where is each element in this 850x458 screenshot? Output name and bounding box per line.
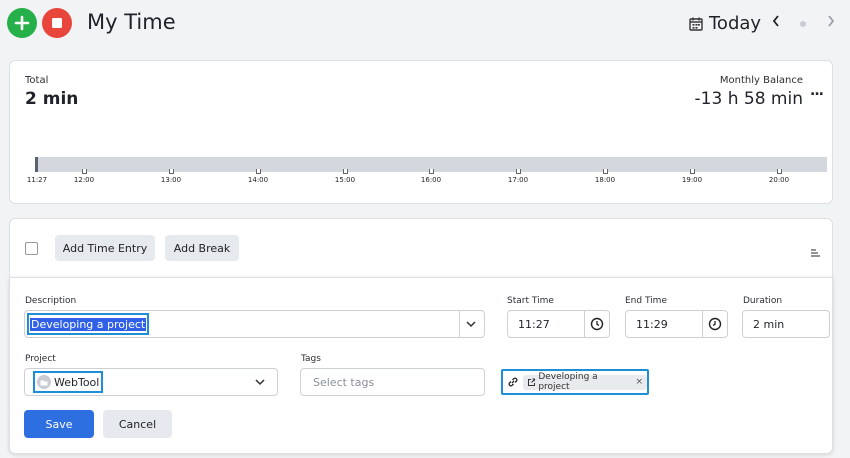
tags-placeholder: Select tags <box>313 375 375 389</box>
more-options-icon[interactable]: ... <box>810 83 824 99</box>
end-time-label: End Time <box>625 296 667 306</box>
today-label: Today <box>709 13 762 34</box>
timeline-tick <box>169 169 174 174</box>
start-time-field[interactable]: 11:27 <box>507 310 610 338</box>
add-break-button[interactable]: Add Break <box>165 235 239 261</box>
timeline-tick <box>343 169 348 174</box>
tags-input[interactable]: Select tags <box>300 368 485 396</box>
timeline-tick <box>603 169 608 174</box>
date-picker[interactable]: Today <box>689 13 761 34</box>
timeline-tick-label: 16:00 <box>420 176 442 184</box>
timeline-tick-label: 18:00 <box>594 176 616 184</box>
timeline-tick <box>690 169 695 174</box>
stop-timer-button[interactable] <box>42 8 72 38</box>
timeline-tick-label: 12:00 <box>73 176 95 184</box>
timeline-tick <box>777 169 782 174</box>
calendar-icon <box>689 17 703 31</box>
timeline-tick <box>256 169 261 174</box>
timeline-tick <box>82 169 87 174</box>
link-icon <box>508 377 518 387</box>
timeline-tick-label: 13:00 <box>160 176 182 184</box>
linked-task-chip[interactable]: Developing a project × <box>522 372 647 392</box>
duration-label: Duration <box>743 296 783 306</box>
time-entry-form: Description Developing a project Start T… <box>9 277 833 454</box>
external-link-icon <box>527 378 536 386</box>
project-select[interactable]: WebTool <box>24 368 278 396</box>
stop-icon <box>52 18 62 28</box>
end-time-input[interactable]: 11:29 <box>636 318 668 331</box>
description-label: Description <box>25 296 77 306</box>
project-value: WebTool <box>54 375 100 389</box>
timeline-tick-label: 20:00 <box>768 176 790 184</box>
folder-icon <box>37 375 51 389</box>
duration-input[interactable]: 2 min <box>753 318 784 331</box>
page-title: My Time <box>87 10 176 34</box>
monthly-balance-label: Monthly Balance <box>719 75 803 86</box>
start-time-input[interactable]: 11:27 <box>518 318 550 331</box>
total-label: Total <box>25 75 49 86</box>
close-icon[interactable]: × <box>635 377 643 387</box>
save-button[interactable]: Save <box>24 410 94 438</box>
previous-day-button[interactable] <box>771 13 781 32</box>
timeline-tick <box>429 169 434 174</box>
plus-icon <box>14 15 30 31</box>
chevron-right-icon <box>828 15 835 27</box>
select-all-checkbox[interactable] <box>25 242 38 255</box>
entries-toolbar: Add Time Entry Add Break <box>9 218 833 278</box>
timeline-tick-label: 19:00 <box>681 176 703 184</box>
add-time-entry-button[interactable]: Add Time Entry <box>55 235 155 261</box>
timeline-tick-label: 11:27 <box>26 176 48 184</box>
linked-task-field[interactable]: Developing a project × <box>501 369 649 395</box>
timeline-tick-label: 17:00 <box>507 176 529 184</box>
summary-card: Total 2 min Monthly Balance -13 h 58 min… <box>9 60 833 204</box>
timeline-tick-label: 15:00 <box>334 176 356 184</box>
clock-icon[interactable] <box>708 317 722 331</box>
description-field[interactable]: Developing a project <box>24 310 485 338</box>
chevron-left-icon <box>772 15 779 27</box>
description-input[interactable]: Developing a project <box>30 317 147 331</box>
monthly-balance-value: -13 h 58 min <box>694 89 803 109</box>
duration-field[interactable]: 2 min <box>742 310 830 338</box>
timeline-entry-marker[interactable] <box>35 157 38 172</box>
add-timer-button[interactable] <box>7 8 37 38</box>
next-day-button[interactable] <box>826 13 836 32</box>
timeline-tick <box>516 169 521 174</box>
tags-label: Tags <box>301 354 321 364</box>
end-time-field[interactable]: 11:29 <box>625 310 728 338</box>
project-label: Project <box>25 354 56 364</box>
clock-icon[interactable] <box>590 317 604 331</box>
start-time-label: Start Time <box>507 296 554 306</box>
sort-icon[interactable] <box>810 243 821 262</box>
current-day-dot[interactable] <box>800 21 806 27</box>
total-value: 2 min <box>25 89 79 109</box>
timeline-tick-label: 14:00 <box>247 176 269 184</box>
cancel-button[interactable]: Cancel <box>103 410 172 438</box>
chevron-down-icon[interactable] <box>466 320 476 328</box>
linked-task-label: Developing a project <box>538 372 598 392</box>
chevron-down-icon[interactable] <box>255 378 265 386</box>
